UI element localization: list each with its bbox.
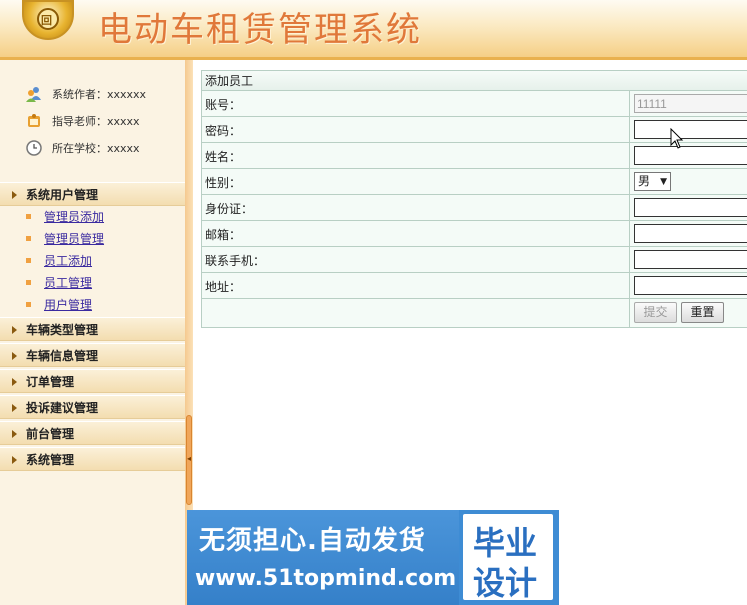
caret-right-icon: [12, 326, 17, 334]
menu-orders[interactable]: 订单管理: [0, 369, 185, 393]
bullet-icon: [26, 258, 31, 263]
gender-label: 性别：: [205, 176, 242, 190]
clock-icon: [26, 140, 42, 156]
id-card-label: 身份证：: [205, 202, 254, 216]
menu-label: 车辆信息管理: [26, 349, 99, 363]
caret-right-icon: [12, 191, 17, 199]
name-label: 姓名：: [205, 150, 242, 164]
bullet-icon: [26, 214, 31, 219]
menu-label: 前台管理: [26, 427, 75, 441]
form-row-phone: 联系手机：: [202, 247, 747, 273]
menu-complaints[interactable]: 投诉建议管理: [0, 395, 185, 419]
form-row-email: 邮箱：: [202, 221, 747, 247]
teacher-label: 指导老师：xxxxx: [52, 115, 140, 128]
mouse-cursor-icon: [670, 128, 684, 149]
users-icon: [26, 87, 41, 102]
email-field[interactable]: [634, 224, 747, 243]
app-title: 电动车租赁管理系统: [98, 10, 422, 50]
password-label: 密码：: [205, 124, 242, 138]
caret-right-icon: [12, 404, 17, 412]
form-row-address: 地址：: [202, 273, 747, 299]
form-row-account: 账号：: [202, 91, 747, 117]
watermark-text-panel: 无须担心.自动发货 www.51topmind.com: [187, 510, 459, 605]
menu-frontend[interactable]: 前台管理: [0, 421, 185, 445]
phone-field[interactable]: [634, 250, 747, 269]
account-field[interactable]: [634, 94, 747, 113]
form-row-name: 姓名：: [202, 143, 747, 169]
watermark-banner: 无须担心.自动发货 www.51topmind.com 毕业 设计: [187, 510, 559, 605]
menu-item-label[interactable]: 管理员添加: [44, 209, 104, 225]
bullet-icon: [26, 236, 31, 241]
menu-vehicle-types[interactable]: 车辆类型管理: [0, 317, 185, 341]
menu-label: 车辆类型管理: [26, 323, 99, 337]
form-title: 添加员工: [202, 71, 747, 91]
menu-system-users[interactable]: 系统用户管理: [0, 182, 185, 206]
add-staff-form: 添加员工 账号： 密码： 姓名： 性别： 男 ▼ 身份证：: [201, 70, 747, 328]
bullet-icon: [26, 302, 31, 307]
menu-item-label[interactable]: 用户管理: [44, 297, 92, 313]
school-label: 所在学校：xxxxx: [52, 142, 140, 155]
reset-button[interactable]: 重置: [681, 302, 724, 323]
caret-right-icon: [12, 352, 17, 360]
phone-label: 联系手机：: [205, 254, 266, 268]
caret-right-icon: [12, 456, 17, 464]
caret-right-icon: [12, 378, 17, 386]
menu-label: 系统管理: [26, 453, 75, 467]
account-label: 账号：: [205, 98, 242, 112]
bullet-icon: [26, 280, 31, 285]
app-header: 回 电动车租赁管理系统: [0, 0, 747, 60]
teacher-info: 指导老师：xxxxx: [26, 113, 140, 129]
menu-item-label[interactable]: 员工添加: [44, 253, 92, 269]
gender-select[interactable]: 男 ▼: [634, 172, 671, 191]
author-label: 系统作者：xxxxxx: [52, 88, 147, 101]
watermark-url: www.51topmind.com: [195, 566, 457, 591]
chevron-down-icon: ▼: [660, 177, 667, 187]
author-info: 系统作者：xxxxxx: [26, 86, 146, 102]
form-row-actions: 提交 重置: [202, 299, 747, 327]
email-label: 邮箱：: [205, 228, 242, 242]
menu-label: 订单管理: [26, 375, 75, 389]
id-card-field[interactable]: [634, 198, 747, 217]
menu-item-label[interactable]: 员工管理: [44, 275, 92, 291]
logo-glyph: 回: [41, 14, 52, 27]
app-logo: 回: [22, 0, 74, 40]
caret-right-icon: [12, 430, 17, 438]
watermark-badge: 毕业 设计: [463, 514, 553, 602]
form-row-gender: 性别： 男 ▼: [202, 169, 747, 195]
address-field[interactable]: [634, 276, 747, 295]
menu-label: 系统用户管理: [26, 188, 99, 202]
name-field[interactable]: [634, 146, 747, 165]
gender-value: 男: [638, 174, 651, 188]
watermark-slogan: 无须担心.自动发货: [199, 526, 426, 556]
form-row-password: 密码：: [202, 117, 747, 143]
collapse-arrow-icon: ◂: [187, 454, 192, 463]
teacher-icon: [28, 114, 40, 127]
menu-system[interactable]: 系统管理: [0, 447, 185, 471]
submit-button[interactable]: 提交: [634, 302, 677, 323]
school-info: 所在学校：xxxxx: [26, 140, 140, 156]
address-label: 地址：: [205, 280, 242, 294]
sidebar: 系统作者：xxxxxx 指导老师：xxxxx 所在学校：xxxxx 系统用户管理…: [0, 60, 185, 605]
collapse-handle[interactable]: ◂: [186, 415, 192, 505]
watermark-badge-line2: 设计: [473, 564, 538, 602]
form-row-id-card: 身份证：: [202, 195, 747, 221]
menu-vehicle-info[interactable]: 车辆信息管理: [0, 343, 185, 367]
password-field[interactable]: [634, 120, 747, 139]
menu-label: 投诉建议管理: [26, 401, 99, 415]
menu-item-label[interactable]: 管理员管理: [44, 231, 104, 247]
